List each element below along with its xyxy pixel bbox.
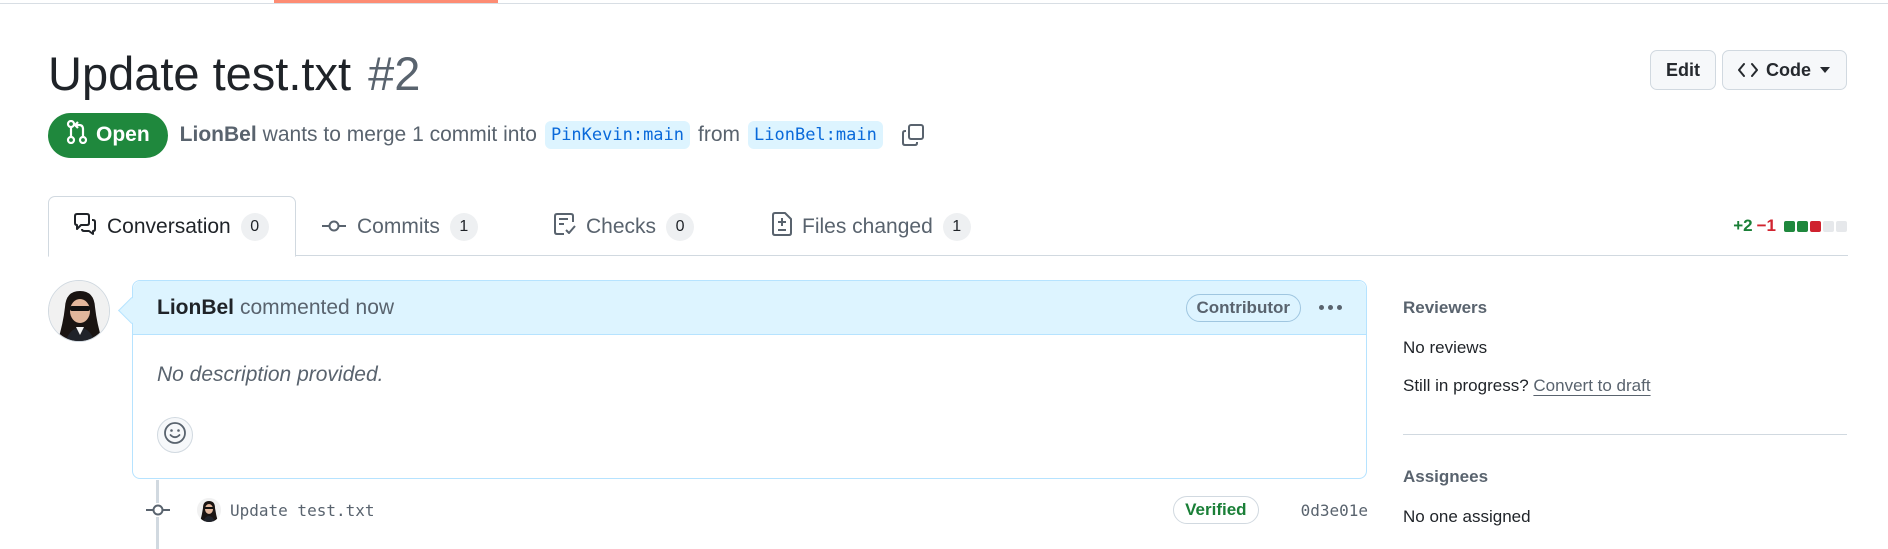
- assignees-section: Assignees No one assigned: [1403, 467, 1847, 549]
- diffstat-block: [1836, 220, 1847, 232]
- code-button-label: Code: [1766, 59, 1811, 80]
- tab-counter: 0: [240, 212, 269, 241]
- add-reaction-button[interactable]: [157, 417, 193, 453]
- sidebar: Reviewers No reviews Still in progress? …: [1403, 298, 1847, 549]
- smiley-icon: [163, 421, 187, 450]
- commit-avatar[interactable]: [197, 498, 221, 522]
- diffstat[interactable]: +2 −1: [1733, 216, 1847, 236]
- active-tab-indicator: [274, 0, 498, 3]
- commit-item: Update test.txt Verified 0d3e01e: [144, 492, 1368, 528]
- git-commit-icon: [144, 503, 172, 517]
- head-branch[interactable]: LionBel:main: [748, 121, 883, 149]
- diffstat-block: [1784, 220, 1795, 232]
- merge-text: wants to merge 1 commit into: [262, 123, 537, 146]
- reviewers-value: No reviews: [1403, 338, 1488, 357]
- pr-meta: Open LionBel wants to merge 1 commit int…: [48, 112, 925, 158]
- tab-commits[interactable]: Commits 1: [297, 196, 502, 257]
- diffstat-additions: +2: [1733, 216, 1753, 235]
- state-badge: Open: [48, 112, 168, 158]
- tab-label: Checks: [586, 214, 657, 238]
- comment-timestamp[interactable]: commented now: [240, 296, 394, 320]
- diffstat-block: [1823, 220, 1834, 232]
- tab-counter: 1: [942, 212, 971, 241]
- top-nav-underline: [0, 0, 1888, 4]
- tab-label: Commits: [357, 214, 440, 238]
- reviewers-section: Reviewers No reviews Still in progress? …: [1403, 298, 1847, 432]
- reviewers-heading[interactable]: Reviewers: [1403, 298, 1847, 318]
- tab-conversation[interactable]: Conversation 0: [48, 196, 296, 257]
- comment-discussion-icon: [73, 212, 97, 241]
- header-actions: Edit Code: [1650, 50, 1847, 90]
- tab-counter: 0: [666, 212, 695, 241]
- git-commit-icon: [321, 215, 347, 239]
- role-badge: Contributor: [1185, 293, 1301, 322]
- code-icon: [1738, 62, 1758, 78]
- pr-title: Update test.txt: [48, 47, 352, 100]
- tab-counter: 1: [449, 212, 478, 241]
- comment-box: LionBel commented now Contributor No des…: [132, 280, 1367, 479]
- commit-sha-link[interactable]: 0d3e01e: [1301, 501, 1368, 520]
- verified-badge[interactable]: Verified: [1173, 496, 1259, 524]
- draft-row: Still in progress? Convert to draft: [1403, 376, 1847, 396]
- tab-files-changed[interactable]: Files changed 1: [748, 196, 995, 257]
- kebab-menu-icon[interactable]: [1319, 305, 1342, 310]
- from-text: from: [698, 123, 741, 146]
- copy-icon[interactable]: [901, 123, 925, 147]
- comment-header: LionBel commented now Contributor: [133, 281, 1366, 335]
- diffstat-deletions: −1: [1756, 216, 1776, 235]
- diffstat-blocks: [1784, 220, 1847, 232]
- pr-author-link[interactable]: LionBel: [180, 123, 257, 147]
- pr-header: Update test.txt #2: [48, 44, 420, 104]
- avatar[interactable]: [48, 280, 110, 342]
- convert-to-draft-link[interactable]: Convert to draft: [1533, 376, 1650, 395]
- diffstat-block: [1797, 220, 1808, 232]
- edit-button[interactable]: Edit: [1650, 50, 1716, 90]
- checklist-icon: [554, 212, 576, 242]
- caret-down-icon: [1819, 66, 1831, 74]
- state-label: Open: [96, 123, 150, 146]
- code-button[interactable]: Code: [1722, 50, 1847, 90]
- page-title: Update test.txt #2: [48, 44, 420, 104]
- file-diff-icon: [772, 211, 792, 242]
- pr-tabs: Conversation 0 Commits 1 Checks 0 Files …: [48, 196, 1848, 257]
- divider: [1403, 434, 1847, 435]
- assignees-heading[interactable]: Assignees: [1403, 467, 1847, 487]
- edit-button-label: Edit: [1666, 59, 1700, 80]
- git-pull-request-icon: [66, 119, 88, 150]
- tab-checks[interactable]: Checks 0: [530, 196, 718, 257]
- comment-author-link[interactable]: LionBel: [157, 296, 234, 320]
- commit-message-link[interactable]: Update test.txt: [230, 501, 375, 520]
- progress-text: Still in progress?: [1403, 376, 1529, 395]
- tab-label: Files changed: [802, 214, 933, 238]
- base-branch[interactable]: PinKevin:main: [544, 121, 691, 149]
- tab-label: Conversation: [107, 214, 231, 238]
- pr-number: #2: [368, 47, 421, 100]
- diffstat-block: [1810, 220, 1821, 232]
- comment-body: No description provided.: [157, 363, 384, 386]
- assignees-value: No one assigned: [1403, 507, 1531, 526]
